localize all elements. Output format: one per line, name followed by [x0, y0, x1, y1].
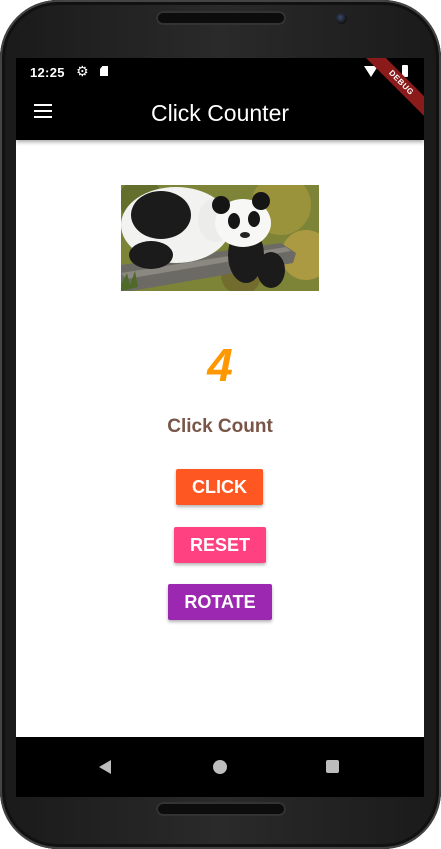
app-title: Click Counter [150, 100, 290, 126]
screen: 12:25 ⚙ DEBUG Click Counter 4 Click Coun… [16, 58, 424, 797]
panda-image [121, 185, 319, 291]
status-time: 12:25 [30, 65, 65, 80]
click-count-label: Click Count [167, 416, 273, 437]
app-bar: Click Counter [16, 86, 424, 140]
home-icon[interactable] [213, 760, 227, 774]
rotate-button[interactable]: ROTATE [168, 584, 272, 620]
navigation-bar [16, 737, 424, 797]
recents-icon[interactable] [326, 760, 339, 773]
status-bar: 12:25 ⚙ [16, 58, 424, 86]
top-speaker [156, 11, 286, 25]
click-button[interactable]: CLICK [176, 469, 263, 505]
phone-frame: 12:25 ⚙ DEBUG Click Counter 4 Click Coun… [0, 0, 441, 849]
bottom-speaker [156, 802, 286, 816]
main-content: 4 Click Count CLICK RESET ROTATE [16, 140, 424, 737]
front-camera [336, 13, 347, 24]
hamburger-menu-icon[interactable] [34, 104, 52, 118]
reset-button[interactable]: RESET [174, 527, 266, 563]
back-icon[interactable] [99, 760, 111, 774]
click-count-value: 4 [207, 339, 233, 391]
gear-icon: ⚙ [76, 63, 89, 79]
sd-card-icon [100, 66, 108, 76]
